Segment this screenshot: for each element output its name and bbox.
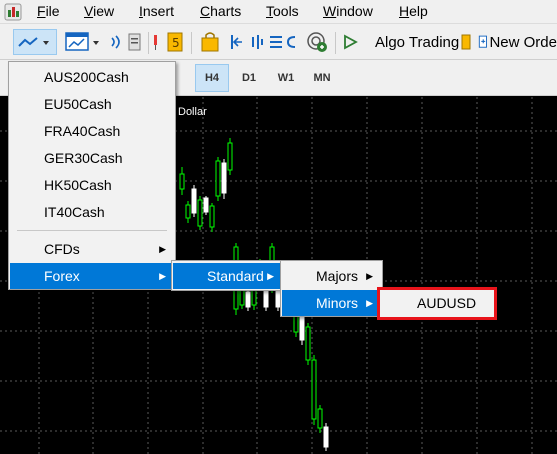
candle-body <box>239 288 245 306</box>
candle-body <box>311 359 317 420</box>
menu-help[interactable]: Help <box>399 3 428 19</box>
submenu-arrow-icon: ▶ <box>267 270 274 281</box>
candle-body <box>191 188 197 214</box>
timeframe-w1-button[interactable]: W1 <box>269 64 303 92</box>
candle-body <box>323 426 329 448</box>
forex-submenu: Standard ▶ <box>171 260 284 291</box>
menu-charts[interactable]: Charts <box>200 3 241 19</box>
algo-status-icon <box>459 29 473 55</box>
metaeditor-icon[interactable] <box>125 29 145 55</box>
toolbar: 5 Algo Trading New Orde <box>0 24 557 60</box>
scroll-icon[interactable] <box>285 29 299 55</box>
signal-icon[interactable] <box>107 29 125 55</box>
menu-separator <box>17 230 167 231</box>
menu-file[interactable]: File <box>37 3 60 19</box>
submenu-arrow-icon: ▶ <box>366 270 373 281</box>
candle-body <box>317 408 323 429</box>
line-chart-icon <box>18 37 49 47</box>
highlight-annotation <box>377 287 497 320</box>
candle-body <box>221 162 227 194</box>
timeframe-mn-button[interactable]: MN <box>305 64 339 92</box>
list-icon[interactable] <box>267 29 285 55</box>
menu-item-it40cash[interactable]: IT40Cash <box>10 199 174 225</box>
menu-window[interactable]: Window <box>323 3 373 19</box>
market-bag-icon[interactable] <box>198 29 222 55</box>
menu-item-aus200cash[interactable]: AUS200Cash <box>10 64 174 90</box>
period-separator-icon[interactable] <box>248 29 266 55</box>
candle-body <box>215 160 221 197</box>
menu-item-eu50cash[interactable]: EU50Cash <box>10 91 174 117</box>
new-order-label: New Orde <box>489 33 557 51</box>
strategy-tester-icon[interactable]: 5 <box>164 29 186 55</box>
candle-body <box>299 314 305 341</box>
chart-window-icon <box>65 32 99 51</box>
menu-item-forex[interactable]: Forex ▶ <box>10 263 174 289</box>
chart-symbol-label: Dollar <box>178 106 207 118</box>
candle-body <box>227 142 233 171</box>
app-logo-icon[interactable] <box>4 3 22 21</box>
submenu-arrow-icon: ▶ <box>159 243 166 254</box>
menu-item-standard[interactable]: Standard ▶ <box>173 263 282 289</box>
menu-item-hk50cash[interactable]: HK50Cash <box>10 172 174 198</box>
svg-text:5: 5 <box>172 36 180 50</box>
submenu-arrow-icon: ▶ <box>159 270 166 281</box>
menu-insert[interactable]: Insert <box>139 3 174 19</box>
new-order-icon <box>478 35 487 48</box>
timeframe-h4-button[interactable]: H4 <box>195 64 229 92</box>
one-click-trading-icon[interactable] <box>304 29 330 55</box>
menu-tools[interactable]: Tools <box>266 3 299 19</box>
pin-icon[interactable] <box>150 29 162 55</box>
menu-item-fra40cash[interactable]: FRA40Cash <box>10 118 174 144</box>
algo-trading-button[interactable]: Algo Trading <box>375 29 459 55</box>
candle-body <box>203 197 209 213</box>
menu-item-ger30cash[interactable]: GER30Cash <box>10 145 174 171</box>
timeframe-d1-button[interactable]: D1 <box>232 64 266 92</box>
symbols-menu: AUS200Cash EU50Cash FRA40Cash GER30Cash … <box>8 61 176 290</box>
standard-submenu: Majors ▶ Minors ▶ <box>280 260 383 317</box>
candle-body <box>185 204 191 219</box>
play-icon[interactable] <box>341 29 359 55</box>
candle-body <box>209 205 215 228</box>
new-chart-dropdown-button[interactable] <box>64 29 104 55</box>
menu-view[interactable]: View <box>84 3 114 19</box>
menu-item-majors[interactable]: Majors ▶ <box>282 263 381 289</box>
menu-item-minors[interactable]: Minors ▶ <box>282 290 381 316</box>
menu-item-cfds[interactable]: CFDs ▶ <box>10 236 174 262</box>
candle-body <box>305 326 311 361</box>
candle-body <box>197 199 203 227</box>
candle-body <box>179 173 185 190</box>
new-order-button[interactable]: New Orde <box>478 29 557 55</box>
candle-body <box>245 291 251 308</box>
algo-trading-label: Algo Trading <box>375 33 460 51</box>
chart-type-dropdown-button[interactable] <box>13 29 57 55</box>
zoom-left-icon[interactable] <box>228 29 246 55</box>
menu-bar: File View Insert Charts Tools Window Hel… <box>0 0 557 24</box>
submenu-arrow-icon: ▶ <box>366 297 373 308</box>
